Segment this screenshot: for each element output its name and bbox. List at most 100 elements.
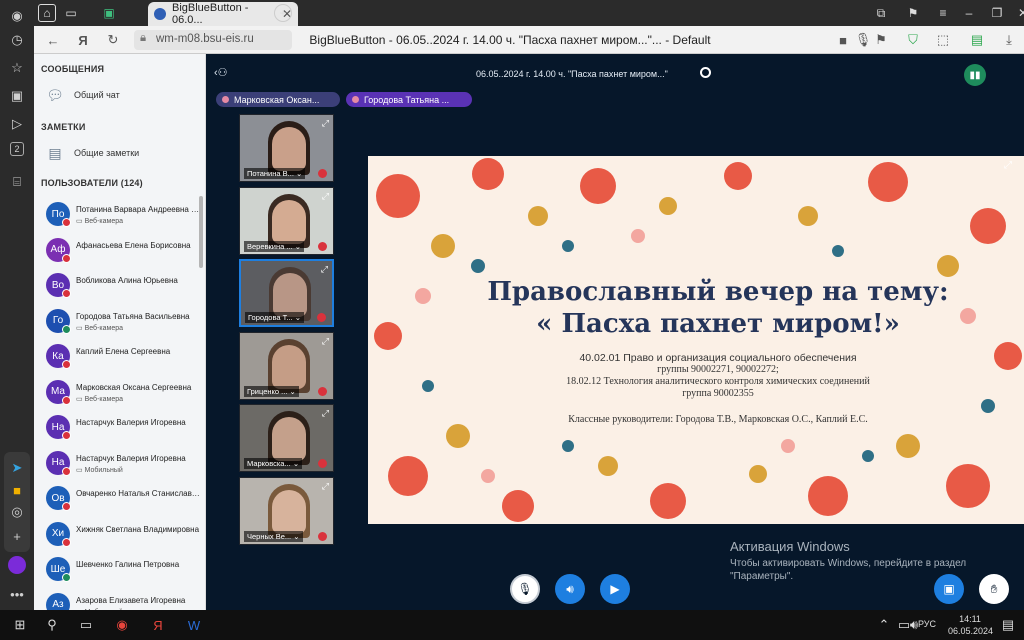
- yandex-browser-icon[interactable]: Я: [146, 614, 170, 636]
- raise-hand-button[interactable]: ✋︎: [979, 574, 1009, 604]
- url-field[interactable]: 🔒︎ wm-m08.bsu-eis.ru: [134, 30, 292, 50]
- video-label: Черных Ве... ⌄: [244, 530, 303, 542]
- fullscreen-icon[interactable]: ⤢: [1004, 160, 1012, 171]
- camera-button[interactable]: ▶︎: [600, 574, 630, 604]
- audio-button[interactable]: 🔊︎: [555, 574, 585, 604]
- slide-line-4: группа 90002355: [682, 388, 754, 399]
- add-app-icon[interactable]: +: [7, 526, 27, 546]
- shared-notes-item[interactable]: ▤ Общие заметки: [44, 142, 200, 164]
- video-tile[interactable]: ⤢ Потанина В... ⌄: [239, 114, 334, 182]
- bookmark-tab-icon[interactable]: ⚑: [904, 4, 922, 22]
- word-icon[interactable]: W: [182, 614, 206, 636]
- video-tile[interactable]: ⤢ Марковска... ⌄: [239, 404, 334, 472]
- yandex-icon[interactable]: Я: [74, 31, 92, 49]
- user-list-item[interactable]: АзАзарова Елизавета Игоревна▭ Мобильный: [44, 591, 204, 610]
- presentation-button[interactable]: ▣: [934, 574, 964, 604]
- task-view-icon[interactable]: ▭: [74, 614, 98, 636]
- collections-icon[interactable]: ▣: [7, 86, 27, 106]
- user-list-item[interactable]: Го Городова Татьяна Васильевна ▭ Веб-камер…: [44, 307, 204, 337]
- video-icon[interactable]: ▷: [7, 114, 27, 134]
- camera-permission-icon[interactable]: ■: [834, 31, 852, 49]
- telegram-icon[interactable]: ➤: [7, 458, 27, 478]
- participant-face: [272, 489, 306, 534]
- start-icon[interactable]: ⊞: [8, 614, 32, 636]
- expand-video-icon[interactable]: ⤢: [322, 408, 329, 419]
- mic-permission-icon[interactable]: 🎙︎: [854, 31, 872, 49]
- user-list-item[interactable]: Ка Каплий Елена Сергеевна: [44, 342, 204, 372]
- more-icon[interactable]: •••: [7, 584, 27, 604]
- slide-title-line-1: Православный вечер на тему:: [487, 277, 949, 307]
- app-icon[interactable]: ■: [7, 480, 27, 500]
- reload-icon[interactable]: ↻: [104, 31, 122, 49]
- talker-chip[interactable]: Городова Татьяна ...: [346, 92, 472, 107]
- menu-icon[interactable]: ≡: [934, 4, 952, 22]
- video-tile[interactable]: ⤢ Веревкина ... ⌄: [239, 186, 334, 255]
- downloads-icon[interactable]: ▤: [968, 31, 986, 49]
- sidebar-scrollbar[interactable]: [199, 196, 203, 268]
- mute-mic-button[interactable]: 🎙︎: [510, 574, 540, 604]
- user-name-text: Марковская Оксана Сергеевна: [76, 382, 192, 392]
- screenshot-icon[interactable]: ⌸: [7, 172, 27, 192]
- pinned-tab-icon[interactable]: ▣: [100, 4, 118, 22]
- user-list-item[interactable]: Во Вобликова Алина Юрьевна: [44, 271, 204, 301]
- expand-video-icon[interactable]: ⤢: [322, 481, 329, 492]
- history-icon[interactable]: ◷: [7, 30, 27, 50]
- video-tile[interactable]: ⤢ Городова Т... ⌄: [239, 259, 334, 327]
- user-list-item[interactable]: Ше Шевченко Галина Петровна: [44, 555, 204, 585]
- user-name: Городова Татьяна Васильевна: [76, 312, 200, 321]
- video-label-text: Потанина В...: [247, 169, 294, 178]
- protect-icon[interactable]: ⛉: [904, 31, 922, 49]
- new-tab-icon[interactable]: +: [274, 4, 292, 22]
- bookmarks-icon[interactable]: ☆: [7, 58, 27, 78]
- webcam-icon: ▭: [76, 395, 83, 403]
- user-list-item[interactable]: Ма Марковская Оксана Сергеевна ▭ Веб-камер…: [44, 378, 204, 408]
- user-list-item[interactable]: Аф Афанасьева Елена Борисовна: [44, 236, 204, 266]
- user-list-item[interactable]: Ов Овчаренко Наталья Станиславовна: [44, 484, 204, 514]
- collections-tab-icon[interactable]: ⧉: [872, 4, 890, 22]
- toggle-userlist-icon[interactable]: ‹⚇: [214, 66, 228, 79]
- chrome-icon[interactable]: ◉: [110, 614, 134, 636]
- bbb-sidebar: СООБЩЕНИЯ 💬︎ Общий чат ЗАМЕТКИ ▤ Общие з…: [34, 54, 206, 610]
- expand-video-icon[interactable]: ⤢: [322, 191, 329, 202]
- mic-status-icon: [62, 218, 71, 227]
- video-tile[interactable]: ⤢ Гриценко ... ⌄: [239, 331, 334, 400]
- clock[interactable]: 14:11 06.05.2024: [948, 613, 993, 637]
- expand-video-icon[interactable]: ⤢: [321, 264, 328, 275]
- search-icon[interactable]: ⚲: [40, 614, 64, 636]
- restore-icon[interactable]: ❐: [988, 4, 1006, 22]
- user-name: Овчаренко Наталья Станиславовна: [76, 489, 200, 498]
- user-name: Потанина Варвара Андреевна (Вы): [76, 205, 200, 214]
- minimize-icon[interactable]: –: [960, 4, 978, 22]
- participant-face: [272, 344, 306, 389]
- language-indicator[interactable]: РУС: [918, 619, 936, 629]
- back-icon[interactable]: ←: [44, 31, 62, 49]
- folder-icon[interactable]: ▭: [62, 4, 80, 22]
- webcam-icon: ▭: [76, 466, 83, 474]
- alice-icon[interactable]: ◎: [7, 502, 27, 522]
- profile-icon[interactable]: ◉: [7, 6, 27, 26]
- notifications-icon[interactable]: ▤: [996, 614, 1020, 636]
- public-chat-item[interactable]: 💬︎ Общий чат: [44, 84, 200, 106]
- assistant-icon[interactable]: [8, 556, 26, 574]
- recording-indicator-icon[interactable]: [700, 67, 711, 78]
- bookmark-page-icon[interactable]: ⚑: [872, 31, 890, 49]
- talker-chip[interactable]: Марковская Оксан...: [216, 92, 340, 107]
- home-icon[interactable]: ⌂: [38, 4, 56, 22]
- download-arrow-icon[interactable]: ⤓: [1000, 31, 1018, 49]
- connection-status-icon[interactable]: ▮▮: [964, 64, 986, 86]
- page-title: BigBlueButton - 06.05..2024 г. 14.00 ч. …: [309, 33, 711, 47]
- user-list-item[interactable]: ПоПотанина Варвара Андреевна (Вы)▭ Веб-к…: [44, 200, 204, 230]
- muted-mic-icon: [318, 241, 327, 251]
- user-list-item[interactable]: На Настарчук Валерия Игоревна ▭ Мобильный: [44, 449, 204, 479]
- video-tile[interactable]: ⤢ Черных Ве... ⌄: [239, 476, 334, 545]
- tabs-count-badge[interactable]: 2: [10, 142, 24, 156]
- user-name-text: Азарова Елизавета Игоревна: [76, 595, 186, 605]
- public-chat-label: Общий чат: [74, 90, 120, 100]
- close-window-icon[interactable]: ✕: [1014, 4, 1024, 22]
- user-list-item[interactable]: Хи Хижняк Светлана Владимировна: [44, 520, 204, 550]
- user-name-text: Городова Татьяна Васильевна: [76, 311, 190, 321]
- expand-video-icon[interactable]: ⤢: [322, 336, 329, 347]
- expand-video-icon[interactable]: ⤢: [322, 118, 329, 129]
- user-list-item[interactable]: На Настарчук Валерия Игоревна: [44, 413, 204, 443]
- extensions-icon[interactable]: ⬚: [934, 31, 952, 49]
